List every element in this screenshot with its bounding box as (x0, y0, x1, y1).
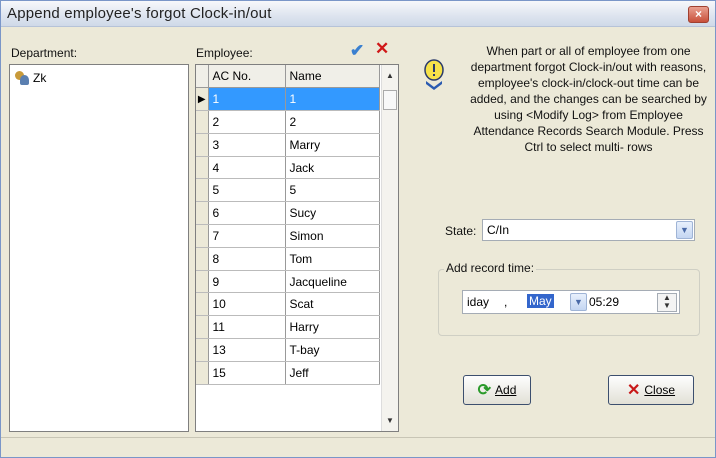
grid-header-row: AC No. Name (196, 65, 380, 89)
column-header-name[interactable]: Name (285, 65, 380, 89)
table-row[interactable]: 55 (196, 178, 380, 203)
calendar-dropdown-icon[interactable]: ▼ (570, 293, 587, 311)
state-value: C/In (487, 223, 510, 237)
cell-name: Jacqueline (285, 270, 380, 294)
cell-name: Tom (285, 247, 380, 271)
cell-ac-no: 7 (208, 224, 286, 248)
cell-name: 2 (285, 110, 380, 134)
table-row[interactable]: 7 Simon (196, 224, 380, 248)
close-button-label: Close (644, 383, 676, 397)
row-indicator[interactable] (196, 201, 209, 226)
cell-name: Sucy (285, 201, 380, 226)
datetime-day[interactable]: iday (467, 295, 489, 309)
cell-name: Harry (285, 315, 380, 340)
refresh-icon: ⟳ (477, 382, 492, 399)
row-indicator[interactable] (196, 361, 209, 385)
cell-name: Scat (285, 292, 380, 317)
row-indicator[interactable] (196, 338, 209, 362)
table-row[interactable]: 3 Marry (196, 133, 380, 157)
deselect-all-x-icon[interactable]: ✕ (375, 39, 389, 59)
cell-ac-no: 15 (208, 361, 286, 385)
scroll-up-arrow-icon[interactable]: ▲ (386, 71, 394, 80)
table-row[interactable]: 22 (196, 110, 380, 134)
cell-ac-no: 5 (208, 178, 286, 203)
table-row[interactable]: 13 T-bay (196, 338, 380, 362)
column-header-ac-no[interactable]: AC No. (208, 65, 286, 89)
help-text: When part or all of employee from one de… (470, 44, 707, 154)
close-icon: ✕ (626, 382, 641, 399)
cell-name: 1 (285, 87, 380, 112)
info-bulb-icon (424, 59, 444, 90)
add-button-label: Add (495, 383, 517, 397)
scroll-down-arrow-icon[interactable]: ▼ (386, 416, 394, 425)
cell-name: 5 (285, 178, 380, 203)
row-indicator[interactable] (196, 270, 209, 294)
cell-ac-no: 2 (208, 110, 286, 134)
cell-ac-no: 1 (208, 87, 286, 112)
datetime-time[interactable]: 05:29 (589, 295, 619, 309)
row-indicator[interactable] (196, 292, 209, 317)
department-label: Department: (11, 46, 78, 60)
table-row[interactable]: ▶ 1 1 (196, 87, 380, 112)
table-row[interactable]: 15 Jeff (196, 361, 380, 385)
employee-grid[interactable]: AC No. Name ▶ 1 1 2 2 3 Marry 4 Jack 5 5 6 Sucy 7 Simo… (195, 64, 399, 432)
scroll-thumb[interactable] (383, 90, 397, 110)
department-tree[interactable]: Zk (9, 64, 189, 432)
row-indicator[interactable] (196, 133, 209, 157)
row-indicator[interactable] (196, 247, 209, 271)
table-row[interactable]: 10 Scat (196, 292, 380, 317)
cell-ac-no: 8 (208, 247, 286, 271)
cell-ac-no: 4 (208, 156, 286, 180)
cell-ac-no: 3 (208, 133, 286, 157)
employee-label: Employee: (196, 46, 253, 60)
datetime-month[interactable]: May (527, 294, 554, 308)
cell-ac-no: 11 (208, 315, 286, 340)
current-row-pointer-icon[interactable]: ▶ (196, 87, 209, 112)
cell-name: Jeff (285, 361, 380, 385)
row-indicator[interactable] (196, 156, 209, 180)
cell-name: Simon (285, 224, 380, 248)
time-spinner[interactable]: ▲ ▼ (657, 293, 677, 312)
dialog-window: Append employee's forgot Clock-in/out × … (0, 0, 716, 458)
state-select[interactable]: C/In ▼ (482, 219, 695, 241)
status-bar (1, 437, 715, 457)
table-row[interactable]: 6 Sucy (196, 201, 380, 226)
tree-item-zk[interactable]: Zk (14, 69, 46, 87)
datetime-picker[interactable]: iday , May ▼ 05:29 (462, 290, 680, 314)
cell-ac-no: 9 (208, 270, 286, 294)
state-label: State: (445, 224, 477, 238)
cell-name: Marry (285, 133, 380, 157)
grid-scrollbar[interactable]: ▲ ▼ (381, 65, 398, 431)
table-row[interactable]: 4 Jack (196, 156, 380, 180)
cell-ac-no: 10 (208, 292, 286, 317)
row-indicator[interactable] (196, 110, 209, 134)
window-close-button[interactable]: × (688, 6, 709, 23)
row-indicator[interactable] (196, 178, 209, 203)
title-bar: Append employee's forgot Clock-in/out × (1, 1, 715, 27)
table-row[interactable]: 8 Tom (196, 247, 380, 271)
row-indicator[interactable] (196, 315, 209, 340)
datetime-separator: , (504, 295, 508, 309)
add-button[interactable]: ⟳ Add (463, 375, 531, 405)
cell-name: Jack (285, 156, 380, 180)
group-icon (14, 71, 30, 85)
table-row[interactable]: 9 Jacqueline (196, 270, 380, 294)
chevron-down-icon[interactable]: ▼ (676, 221, 693, 239)
tree-item-label: Zk (33, 71, 47, 85)
close-button[interactable]: ✕ Close (608, 375, 694, 405)
select-all-check-icon[interactable]: ✔ (350, 41, 364, 61)
window-title: Append employee's forgot Clock-in/out (7, 5, 272, 22)
cell-ac-no: 13 (208, 338, 286, 362)
record-time-label: Add record time: (444, 261, 537, 275)
cell-ac-no: 6 (208, 201, 286, 226)
row-indicator[interactable] (196, 224, 209, 248)
row-indicator-header (196, 65, 209, 89)
table-row[interactable]: 11 Harry (196, 315, 380, 340)
cell-name: T-bay (285, 338, 380, 362)
